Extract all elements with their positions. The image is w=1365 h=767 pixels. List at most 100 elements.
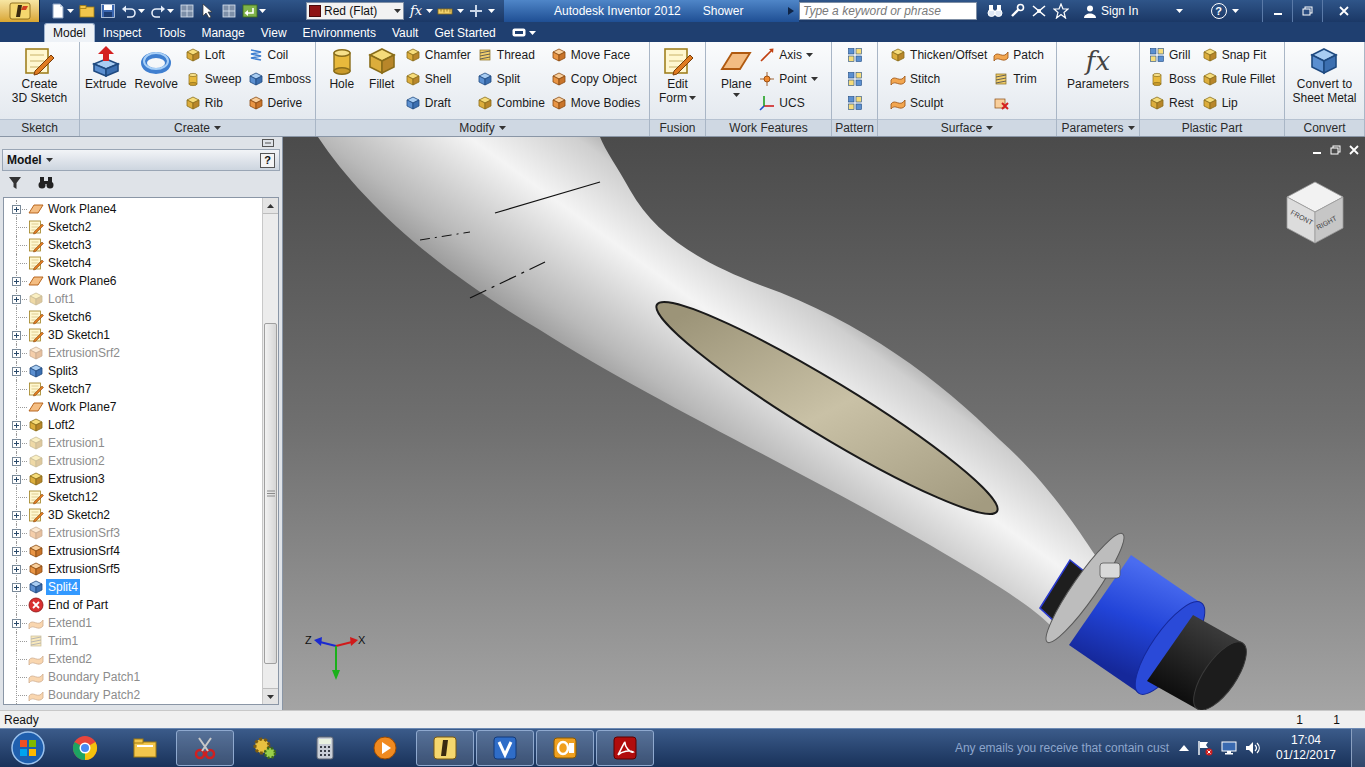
ribbon-tab[interactable]: Vault [384, 23, 426, 42]
show-desktop-button[interactable] [1351, 729, 1365, 767]
return-icon[interactable] [242, 3, 258, 19]
tree-item[interactable]: Loft2 [6, 416, 262, 434]
model-canvas[interactable]: FRONTRIGHTZX [283, 137, 1365, 710]
wrench-icon[interactable] [1009, 3, 1025, 19]
display-icon[interactable] [179, 3, 195, 19]
ribbon-tool-button[interactable] [992, 93, 1045, 113]
tree-item[interactable]: Extrusion3 [6, 470, 262, 488]
ribbon-tool-button[interactable]: Draft [404, 93, 472, 113]
action-center-flag-icon[interactable] [1197, 740, 1213, 756]
tree-item[interactable]: ExtrusionSrf3 [6, 524, 262, 542]
ribbon-tool-button[interactable] [846, 45, 864, 65]
exchange-icon[interactable] [1031, 3, 1047, 19]
tree-item[interactable]: Split4 [6, 578, 262, 596]
favorites-star-icon[interactable] [1053, 3, 1069, 19]
tree-item[interactable]: Split3 [6, 362, 262, 380]
open-folder-icon[interactable] [79, 3, 95, 19]
expand-icon[interactable] [12, 367, 21, 376]
taskbar-app[interactable] [116, 730, 174, 766]
binoculars-icon[interactable] [987, 3, 1003, 19]
ribbon-tool-button[interactable]: Rest [1148, 93, 1197, 113]
ribbon-group-label[interactable]: Modify [316, 119, 649, 136]
expand-icon[interactable] [12, 511, 21, 520]
tree-item[interactable]: 3D Sketch1 [6, 326, 262, 344]
ribbon-tool-button[interactable]: Fillet [364, 43, 400, 91]
taskbar-app[interactable] [176, 730, 234, 766]
minimize-button[interactable] [1262, 0, 1292, 22]
material-dropdown[interactable]: Red (Flat) [306, 2, 404, 20]
expand-icon[interactable] [12, 331, 21, 340]
tree-item[interactable]: Sketch7 [6, 380, 262, 398]
ribbon-tool-button[interactable]: Revolve [132, 43, 179, 91]
measure-icon[interactable] [437, 3, 453, 19]
scroll-down-button[interactable] [263, 688, 278, 704]
tree-item[interactable]: ExtrusionSrf4 [6, 542, 262, 560]
volume-icon[interactable] [1245, 740, 1261, 756]
ribbon-tool-button[interactable]: Trim [992, 69, 1045, 89]
ribbon-tool-button[interactable]: Copy Object [550, 69, 641, 89]
ribbon-tab[interactable]: Tools [149, 23, 193, 42]
tree-item[interactable]: Sketch6 [6, 308, 262, 326]
tree-item[interactable]: ExtrusionSrf2 [6, 344, 262, 362]
ribbon-tool-button[interactable]: Sweep [184, 69, 243, 89]
scroll-up-button[interactable] [263, 198, 278, 214]
taskbar-app[interactable] [296, 730, 354, 766]
select-icon[interactable] [200, 3, 216, 19]
tree-item[interactable]: Trim1 [6, 632, 262, 650]
taskbar-app[interactable] [476, 730, 534, 766]
ribbon-tab[interactable]: Environments [295, 23, 384, 42]
tree-item[interactable]: Loft1 [6, 290, 262, 308]
scroll-thumb[interactable] [264, 323, 277, 665]
ribbon-tool-button[interactable]: Rule Fillet [1201, 69, 1276, 89]
show-hidden-icons-icon[interactable] [1179, 744, 1189, 752]
ribbon-group-label[interactable]: Parameters [1057, 119, 1139, 136]
ribbon-tool-button[interactable]: Emboss [247, 69, 312, 89]
filter-icon[interactable] [8, 176, 22, 190]
add-icon[interactable] [468, 3, 484, 19]
tree-item[interactable]: Sketch2 [6, 218, 262, 236]
ribbon-tool-button[interactable]: Plane [718, 43, 754, 97]
redo-icon[interactable] [150, 3, 166, 19]
tree-item[interactable]: Extrusion2 [6, 452, 262, 470]
ribbon-tool-button[interactable]: Grill [1148, 45, 1197, 65]
binoculars-icon[interactable] [38, 176, 54, 190]
clock[interactable]: 17:0401/12/2017 [1269, 733, 1343, 763]
ribbon-tool-button[interactable]: Boss [1148, 69, 1197, 89]
ribbon-tab[interactable]: Inspect [95, 23, 150, 42]
minimize-icon[interactable] [1312, 145, 1322, 155]
ribbon-tool-button[interactable]: Chamfer [404, 45, 472, 65]
expand-icon[interactable] [12, 457, 21, 466]
tree-item[interactable]: Extrusion1 [6, 434, 262, 452]
ribbon-tool-button[interactable]: Move Bodies [550, 93, 641, 113]
ribbon-tool-button[interactable]: fxParameters [1065, 43, 1131, 91]
ribbon-tool-button[interactable]: Sculpt [889, 93, 988, 113]
ribbon-tool-button[interactable]: Move Face [550, 45, 641, 65]
panel-close-icon[interactable] [262, 139, 274, 147]
expand-icon[interactable] [12, 475, 21, 484]
taskbar-app[interactable] [596, 730, 654, 766]
expand-icon[interactable] [12, 277, 21, 286]
expand-icon[interactable] [12, 295, 21, 304]
new-file-icon[interactable] [50, 3, 66, 19]
ribbon-tool-button[interactable]: Patch [992, 45, 1045, 65]
start-button[interactable] [0, 729, 56, 767]
sign-in-button[interactable]: Sign In [1077, 0, 1187, 22]
tree-item[interactable]: Boundary Patch1 [6, 668, 262, 686]
ribbon-tool-button[interactable]: Combine [476, 93, 546, 113]
ribbon-tool-button[interactable]: Convert toSheet Metal [1290, 43, 1358, 105]
shower-model[interactable] [318, 137, 1256, 710]
ribbon-tool-button[interactable]: Lip [1201, 93, 1276, 113]
expand-icon[interactable] [12, 619, 21, 628]
tree-item[interactable]: End of Part [6, 596, 262, 614]
tree-item[interactable]: Work Plane4 [6, 200, 262, 218]
view-cube[interactable]: FRONTRIGHT [1287, 182, 1343, 243]
network-icon[interactable] [1221, 740, 1237, 756]
tree-item[interactable]: Boundary Patch2 [6, 686, 262, 704]
taskbar-app[interactable] [416, 730, 474, 766]
tree-item[interactable]: 3D Sketch2 [6, 506, 262, 524]
help-button[interactable]: ? [1211, 3, 1227, 19]
search-box[interactable] [799, 2, 977, 20]
ribbon-tool-button[interactable] [846, 69, 864, 89]
ribbon-tool-button[interactable]: Snap Fit [1201, 45, 1276, 65]
taskbar-app[interactable] [356, 730, 414, 766]
